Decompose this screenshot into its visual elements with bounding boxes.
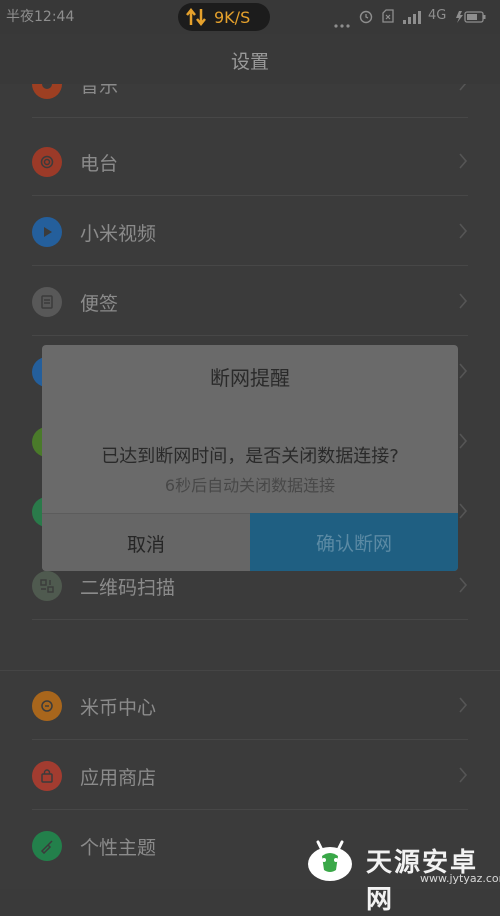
watermark: 天源安卓网 www.jytyaz.com (300, 836, 500, 915)
dialog-title: 断网提醒 (210, 366, 290, 390)
confirm-label: 确认断网 (315, 533, 392, 555)
cancel-button[interactable]: 取消 (42, 513, 250, 571)
dialog-countdown: 6秒后自动关闭数据连接 (164, 476, 336, 495)
disconnect-dialog: 断网提醒 已达到断网时间，是否关闭数据连接? 6秒后自动关闭数据连接 取消 确认… (42, 345, 458, 571)
watermark-url: www.jytyaz.com (420, 872, 500, 885)
dialog-message: 已达到断网时间，是否关闭数据连接? (101, 446, 399, 467)
confirm-disconnect-button[interactable]: 确认断网 (250, 513, 458, 571)
dialog-buttons: 取消 确认断网 (42, 513, 458, 571)
cancel-label: 取消 (126, 534, 165, 556)
watermark-logo-icon (300, 836, 360, 890)
